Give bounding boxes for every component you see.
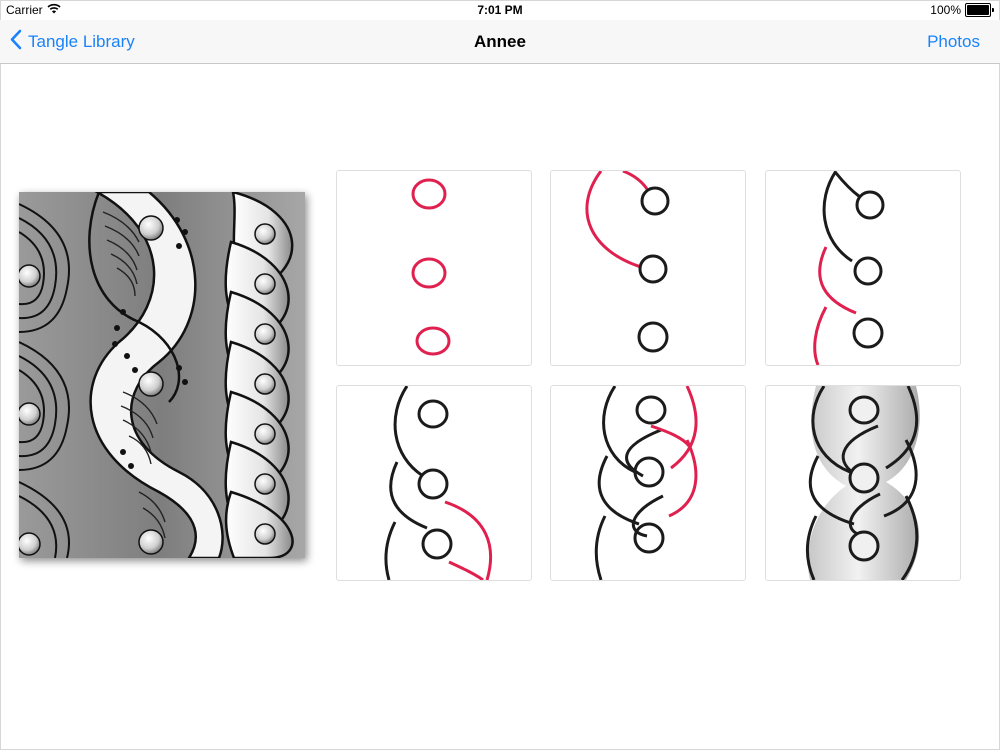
page-title: Annee (474, 32, 526, 51)
back-button[interactable]: Tangle Library (10, 20, 135, 63)
step-4-card[interactable] (336, 385, 532, 581)
step-1-card[interactable] (336, 170, 532, 366)
back-button-label: Tangle Library (28, 31, 135, 51)
step-3-card[interactable] (765, 170, 961, 366)
battery-percent: 100% (930, 3, 961, 17)
battery-icon (965, 3, 994, 17)
status-bar: Carrier 7:01 PM 100% (0, 0, 1000, 20)
photos-button[interactable]: Photos (927, 20, 980, 63)
step-5-card[interactable] (550, 385, 746, 581)
clock: 7:01 PM (477, 3, 523, 17)
tangle-artwork-image[interactable] (19, 192, 305, 558)
step-6-card[interactable] (765, 385, 961, 581)
chevron-left-icon (10, 29, 22, 55)
navigation-bar: Tangle Library Annee Photos (0, 20, 1000, 64)
step-2-card[interactable] (550, 170, 746, 366)
